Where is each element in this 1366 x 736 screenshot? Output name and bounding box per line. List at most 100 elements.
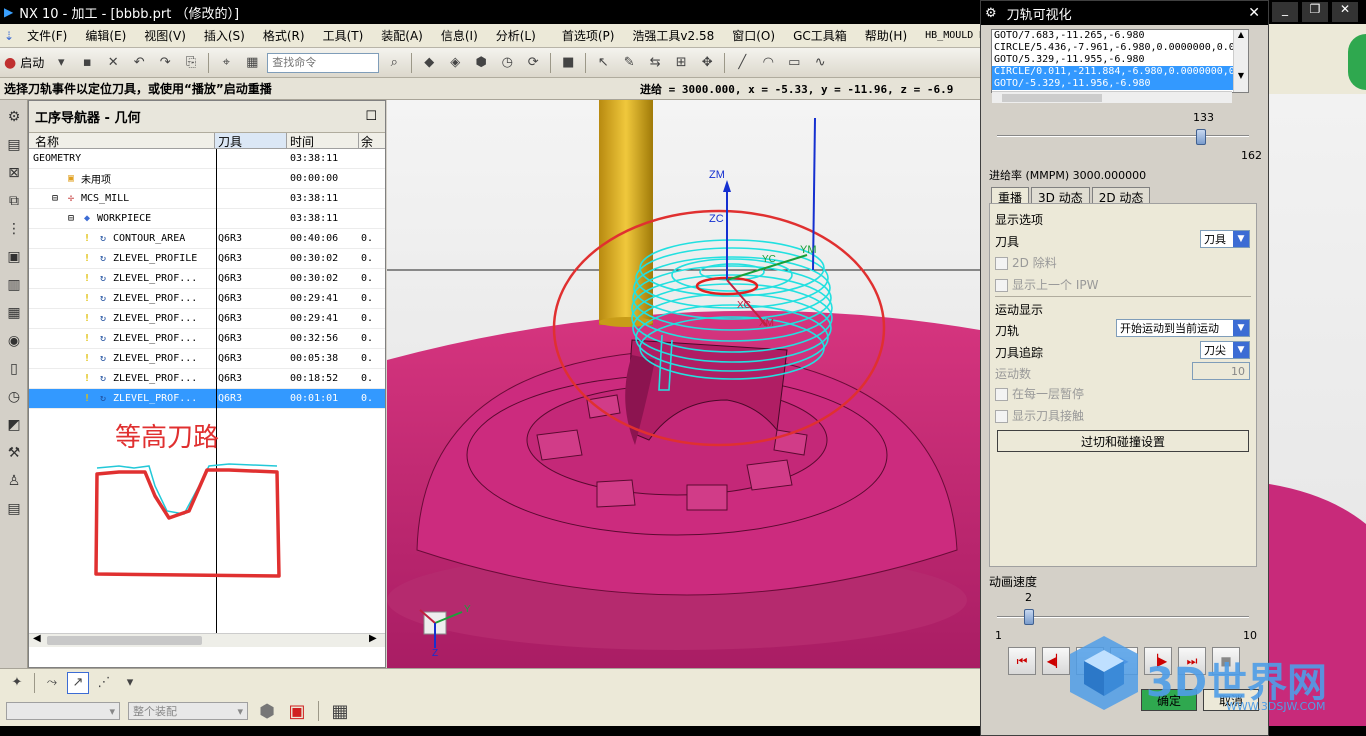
table-row[interactable]: ! ↻ ZLEVEL_PROF... Q6R3 00:30:02 0. [29,269,385,289]
move-icon[interactable]: ✥ [696,52,718,74]
checkbox[interactable] [995,388,1008,401]
arc-icon[interactable]: ◠ [757,52,779,74]
table-row[interactable]: ! ↻ ZLEVEL_PROF... Q6R3 00:29:41 0. [29,289,385,309]
menu-info[interactable]: 信息(I) [432,27,487,44]
line-icon[interactable]: ╱ [731,52,753,74]
table-row[interactable]: ! ↻ ZLEVEL_PROFILE Q6R3 00:30:02 0. [29,249,385,269]
menu-file[interactable]: 文件(F) [18,27,76,44]
history-icon[interactable]: ◷ [3,386,25,408]
menu-selector-icon[interactable]: ✦ [6,672,28,694]
start-dropdown-icon[interactable]: ▾ [50,52,72,74]
align-icon[interactable]: ⊞ [670,52,692,74]
process-studio-icon[interactable]: ⚒ [3,442,25,464]
dropdown-arrow-icon[interactable]: ▼ [1233,320,1249,336]
cube-icon[interactable]: ◈ [444,52,466,74]
edit-icon[interactable]: ✎ [618,52,640,74]
transform-icon[interactable]: ⇆ [644,52,666,74]
document-icon[interactable]: ▯ [3,358,25,380]
delete-icon[interactable]: ✕ [102,52,124,74]
checkbox[interactable] [995,257,1008,270]
scroll-right-icon[interactable]: ▶ [369,633,377,644]
roles-icon[interactable]: ♙ [3,470,25,492]
speed-slider-thumb[interactable] [1023,609,1034,625]
scroll-up-icon[interactable]: ▲ [1234,30,1248,39]
dialog-gear-icon[interactable]: ⚙ [985,6,997,21]
layout-icon[interactable]: ▦ [241,52,263,74]
menu-help[interactable]: 帮助(H) [856,27,916,44]
table-row[interactable]: ! ↻ ZLEVEL_PROF... Q6R3 00:05:38 0. [29,349,385,369]
chk-pause-each-layer[interactable]: 在每一层暂停 [995,385,1084,402]
shaded-body-icon[interactable]: ⬢ [256,700,278,722]
model-view[interactable]: ZM ZC YM YC XC XM Y Z [387,100,980,668]
menu-view[interactable]: 视图(V) [135,27,195,44]
scroll-down-icon[interactable]: ▼ [1234,71,1248,80]
combo-arrow-icon[interactable]: ▾ [109,705,115,718]
feature-select-icon[interactable]: ⤳ [41,672,63,694]
menu-tools[interactable]: 工具(T) [314,27,373,44]
search-icon[interactable]: ⌕ [383,52,405,74]
maximize-icon[interactable]: ☐ [365,109,377,124]
restore-icon[interactable]: ❐ [1302,2,1328,22]
shade-icon[interactable]: ◆ [418,52,440,74]
web-browser-icon[interactable]: ◉ [3,330,25,352]
speed-slider-track[interactable] [997,616,1249,618]
start-icon[interactable]: ● [4,55,16,71]
listing-line[interactable]: GOTO/5.329,-11.955,-6.980 [992,54,1248,66]
table-row[interactable]: ⊟ ✢ MCS_MILL 03:38:11 [29,189,385,209]
point-select-icon[interactable]: ⋰ [93,672,115,694]
start-button[interactable]: 启动 [20,54,44,71]
col-tool[interactable]: 刀具 [215,133,287,149]
scroll-left-icon[interactable]: ◀ [33,633,41,644]
gouge-collision-settings-button[interactable]: 过切和碰撞设置 [997,430,1249,452]
expand-icon[interactable]: ⊟ [49,193,61,205]
clock-icon[interactable]: ◷ [496,52,518,74]
minimize-icon[interactable]: _ [1272,2,1298,22]
table-row[interactable]: ▣ 未用项 00:00:00 [29,169,385,189]
table-row[interactable]: ! ↻ ZLEVEL_PROF... Q6R3 00:32:56 0. [29,329,385,349]
type-filter-combo[interactable]: ▾ [6,702,120,720]
rectangle-icon[interactable]: ▭ [783,52,805,74]
menu-window[interactable]: 窗口(O) [723,27,784,44]
menu-haoqiang[interactable]: 浩强工具v2.58 [623,27,723,44]
assembly-nav-icon[interactable]: ▤ [3,134,25,156]
sketch-icon[interactable]: ∿ [809,52,831,74]
constraint-nav-icon[interactable]: ⊠ [3,162,25,184]
solid-box-icon[interactable]: ▣ [286,700,308,722]
menu-analysis[interactable]: 分析(L) [487,27,545,44]
motion-count-input[interactable]: 10 [1192,362,1250,380]
checkbox[interactable] [995,410,1008,423]
dialog-close-icon[interactable]: ✕ [1248,5,1260,21]
system-material-icon[interactable]: ◩ [3,414,25,436]
table-row[interactable]: ! ↻ ZLEVEL_PROF... Q6R3 00:29:41 0. [29,309,385,329]
combo-arrow-icon[interactable]: ▾ [237,705,243,718]
motion-slider-thumb[interactable] [1195,129,1206,145]
scroll-thumb[interactable] [47,636,202,645]
menu-gc-toolbox[interactable]: GC工具箱 [784,27,856,44]
menu-format[interactable]: 格式(R) [254,27,314,44]
menu-assembly[interactable]: 装配(A) [372,27,432,44]
redo-icon[interactable]: ↷ [154,52,176,74]
select-dropdown-icon[interactable]: ▾ [119,672,141,694]
palette-icon[interactable]: ▦ [3,302,25,324]
listing-line[interactable]: GOTO/7.683,-11.265,-6.980 [992,30,1248,42]
info-window-icon[interactable]: ▤ [3,498,25,520]
machine-nav-icon[interactable]: ▣ [3,246,25,268]
table-row[interactable]: GEOMETRY 03:38:11 [29,149,385,169]
body-icon[interactable]: ⬢ [470,52,492,74]
operation-nav-icon[interactable]: ⋮ [3,218,25,240]
table-row[interactable]: ! ↻ CONTOUR_AREA Q6R3 00:40:06 0. [29,229,385,249]
checkbox[interactable] [995,279,1008,292]
grid-select-icon[interactable]: ▦ [329,700,351,722]
chk-2d-stock[interactable]: 2D 除料 [995,254,1057,271]
dropdown-arrow-icon[interactable]: ▼ [1233,231,1249,247]
table-row[interactable]: ! ↻ ZLEVEL_PROF... Q6R3 00:18:52 0. [29,369,385,389]
col-name[interactable]: 名称 [29,133,215,149]
rewind-to-start-icon[interactable]: ⏮ [1008,647,1036,675]
scope-combo[interactable]: 整个装配 ▾ [128,702,248,720]
color-swatch-icon[interactable]: ■ [557,52,579,74]
listing-hscrollbar[interactable] [992,91,1232,103]
menu-edit[interactable]: 编辑(E) [76,27,135,44]
reuse-library-icon[interactable]: ▥ [3,274,25,296]
settings-gear-icon[interactable]: ⚙ [3,106,25,128]
expand-icon[interactable] [49,173,61,185]
